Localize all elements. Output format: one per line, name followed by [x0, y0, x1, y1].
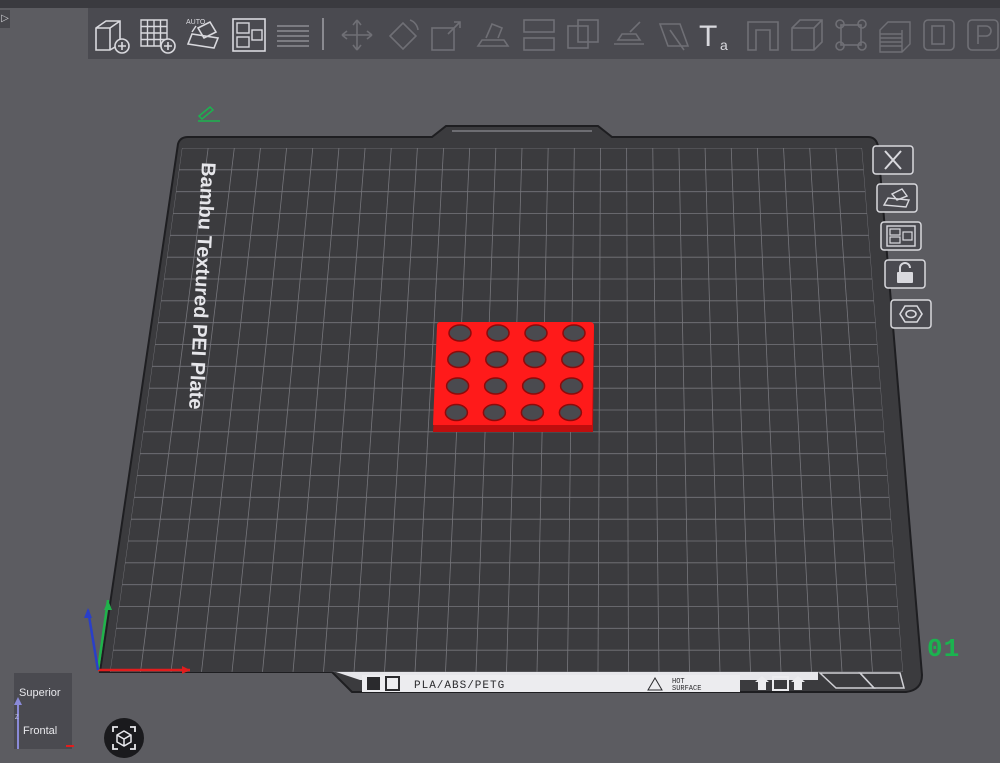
stack-icon — [879, 21, 911, 53]
model-hole — [524, 324, 548, 342]
unlock-icon — [884, 259, 926, 289]
cut-button[interactable] — [520, 16, 558, 54]
main-toolbar: AUTO T a — [88, 8, 1000, 59]
model-hole — [482, 403, 507, 422]
model-hole — [521, 377, 546, 395]
auto-orient-icon: AUTO — [186, 19, 220, 49]
view-cube-z-axis: Z — [14, 697, 22, 749]
layers-button[interactable] — [274, 16, 312, 54]
brim-ears-icon — [835, 19, 867, 51]
plate-qr-icon — [367, 677, 380, 690]
model-hole — [523, 350, 547, 369]
model-hole — [486, 324, 510, 342]
assemble-button[interactable] — [788, 16, 826, 54]
toolbar-separator — [322, 18, 324, 50]
plate-icon — [923, 19, 955, 51]
layers-icon — [277, 25, 309, 47]
measure-button[interactable] — [744, 16, 782, 54]
rotate-button[interactable] — [384, 16, 422, 54]
3d-viewport[interactable]: Bambu Textured PEI Plate PLA/ABS/PETG HO… — [0, 59, 1000, 749]
boolean-icon — [567, 19, 599, 49]
model-hole — [485, 350, 509, 369]
arrange-icon — [232, 18, 266, 52]
model-hole — [447, 350, 471, 369]
text-tool-sublabel: a — [720, 37, 728, 53]
preview-icon — [967, 19, 999, 51]
plate-filament-info: PLA/ABS/PETG — [414, 680, 505, 692]
view-cube-x-axis — [66, 745, 74, 747]
hot-surface-line2: SURFACE — [672, 685, 701, 693]
model-hole — [445, 377, 470, 395]
close-icon — [872, 145, 914, 175]
zoom-to-fit-button[interactable] — [104, 718, 144, 758]
rotate-icon — [388, 19, 419, 51]
add-plate-button[interactable] — [138, 16, 176, 54]
measure-icon — [747, 21, 779, 51]
move-button[interactable] — [338, 16, 376, 54]
slice-layers-button[interactable] — [876, 16, 914, 54]
cube-add-icon — [95, 20, 130, 54]
view-cube[interactable]: Superior Frontal Z — [14, 673, 74, 749]
model-hole — [520, 403, 545, 422]
grid-add-icon — [140, 19, 176, 54]
text-tool-label: T — [699, 20, 717, 53]
auto-orient-small-icon — [876, 183, 918, 213]
model-hole — [483, 377, 508, 395]
fit-view-icon — [112, 726, 136, 750]
lock-plate-button[interactable] — [884, 259, 926, 289]
view-cube-top-label[interactable]: Superior — [19, 687, 61, 699]
auto-orient-button[interactable]: AUTO — [184, 16, 222, 54]
lay-on-face-icon — [476, 22, 510, 47]
model-hole — [561, 350, 585, 369]
plate-number[interactable]: 01 — [927, 634, 960, 664]
scale-button[interactable] — [428, 16, 466, 54]
add-object-button[interactable] — [92, 16, 130, 54]
plate-settings-button[interactable] — [890, 299, 932, 329]
text-tool-icon: T a — [699, 20, 728, 53]
cut-icon — [523, 19, 555, 51]
z-axis-line — [86, 609, 100, 671]
plate-auto-orient-button[interactable] — [876, 183, 918, 213]
boolean-button[interactable] — [564, 16, 602, 54]
window-top-strip — [0, 0, 1000, 8]
box-icon — [791, 19, 823, 51]
brim-ears-button[interactable] — [832, 16, 870, 54]
scale-icon — [431, 21, 461, 51]
view-cube-axis-label: Z — [15, 715, 19, 721]
seam-paint-button[interactable] — [654, 16, 692, 54]
move-icon — [341, 19, 373, 51]
preview-button[interactable] — [964, 16, 1000, 54]
close-plate-button[interactable] — [872, 145, 914, 175]
view-cube-front-label[interactable]: Frontal — [23, 725, 57, 737]
support-paint-icon — [614, 21, 644, 45]
model-hole — [558, 403, 583, 422]
z-axis-arrow — [84, 608, 92, 618]
build-plate-scene: Bambu Textured PEI Plate PLA/ABS/PETG HO… — [84, 125, 924, 693]
model-hole — [448, 324, 472, 342]
support-paint-button[interactable] — [610, 16, 648, 54]
text-tool-button[interactable]: T a — [698, 16, 736, 54]
edit-plate-name-icon[interactable] — [196, 102, 222, 122]
arrange-button[interactable] — [230, 16, 268, 54]
plate-view-button[interactable] — [920, 16, 958, 54]
model-hole — [444, 403, 469, 422]
lay-on-face-button[interactable] — [474, 16, 512, 54]
arrange-small-icon — [880, 221, 922, 251]
panel-expand-icon[interactable]: ▷ — [0, 10, 10, 28]
model-hole — [559, 377, 584, 395]
plate-arrange-button[interactable] — [880, 221, 922, 251]
seam-paint-icon — [658, 23, 690, 51]
settings-hex-icon — [890, 299, 932, 329]
model-hole — [562, 324, 586, 342]
